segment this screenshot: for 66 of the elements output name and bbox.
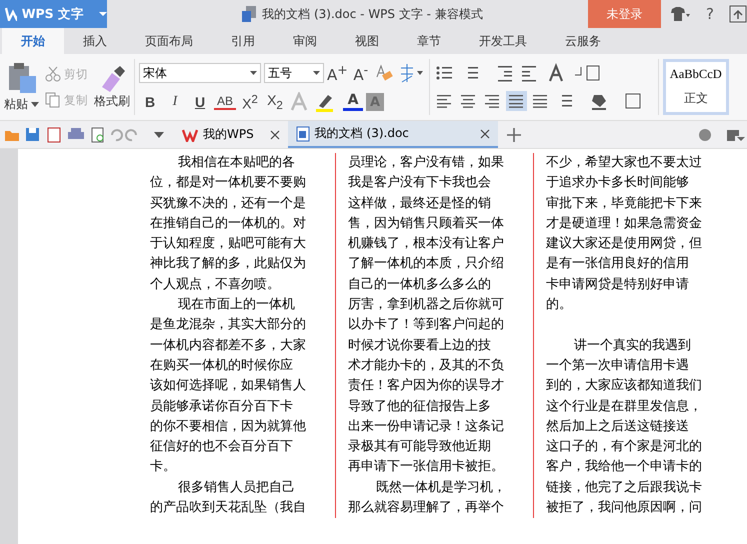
paragraph: 讲一个真实的我遇到 一个第一次申请信用卡遇 到的，大家应该都知道我们 这个行业是在群里发信息， 然后加上之后送这链接送 这口子的，有个家是河北的 客户，我给他一个申请卡的 链接，他完了之后跟我说卡 被拒了，我问他原因啊，问 <box>546 336 703 518</box>
clipboard-icon <box>6 62 36 94</box>
paragraph: 不少，希望大家也不要太过 于追求办卡多长时间能够 审批下来，毕竟能把卡下来 才是硬道理！如果急需资金 建议大家还是使用网贷，但 是有一张信用良好的信用 卡申请网贷是特别好申请 的。 <box>546 154 703 314</box>
caret-icon[interactable] <box>152 130 166 138</box>
paragraph: 我相信在本贴吧的各 位，都是对一体机要不要购 买犹豫不决的，还有一个是 在推销自己的一体机的。对 于认知程度，贴吧可能有大 神比我了解的多，此贴仅为 个人观点，不喜勿喷。 <box>150 154 307 294</box>
wps-logo-icon <box>182 128 198 142</box>
ribbon-tab[interactable]: 开始 <box>2 28 64 54</box>
tab-label: 我的文档 (3).doc <box>314 125 409 142</box>
caret-icon <box>99 12 107 16</box>
style-name: 正文 <box>684 90 708 107</box>
document-icon <box>296 126 310 142</box>
scissors-icon <box>45 66 61 82</box>
logo-icon <box>5 7 17 21</box>
copy-icon <box>45 92 61 108</box>
ribbon-tab[interactable]: 引用 <box>212 28 274 54</box>
text-format-button[interactable]: I <box>164 94 186 110</box>
add-tab-icon[interactable] <box>506 126 522 142</box>
sort-and-break-icons[interactable] <box>546 63 601 83</box>
collapse-icon[interactable] <box>729 5 747 23</box>
format-painter-button[interactable]: 格式刷 <box>94 64 130 110</box>
eraser-icon[interactable] <box>374 63 394 83</box>
font-color-button[interactable]: A <box>343 93 363 111</box>
text-format-button[interactable]: X$_{2}$ <box>264 92 286 112</box>
ribbon-tab[interactable]: 页面布局 <box>126 28 212 54</box>
tab-label: 我的WPS <box>203 126 254 143</box>
ribbon-tab[interactable]: 章节 <box>398 28 460 54</box>
text-format-button[interactable]: U <box>189 94 211 110</box>
ribbon-tab[interactable]: 插入 <box>64 28 126 54</box>
paragraph: 很多销售人员把自己 的产品吹到天花乱坠（我自 <box>150 478 307 518</box>
toolbar-icons[interactable] <box>697 126 747 142</box>
paragraph: 现在市面上的一体机 是鱼龙混杂，其实大部分的 一体机内容都差不多，大家 在购买一体机的时候你应 该如何选择呢，如果销售人 员能够承诺你百分百下卡 的你不要相信，因为就算他 征信好的也不会百分百下 卡。 <box>150 296 307 476</box>
close-icon[interactable] <box>480 128 490 138</box>
paste-button[interactable]: 粘贴 <box>4 62 39 112</box>
paragraph: 既然一体机是学习机， 那么就容易理解了，再举个 <box>348 478 507 518</box>
paragraph: 员理论，客户没有错，如果 我是客户没有下卡我也会 这样做，最终还是怪的销 售，因为销售只顾着买一体 机赚钱了，根本没有让客户 了解一体机的本质，只介绍 自己的一体机多么多么的 厉害，拿到机器之后你就可 以办卡了！等到客户问起的 时候才说你要看上边的技 术才能办卡的，及其的不负 责任！客户因为你的误导才 导致了他的征信报告上多 出来一份申请记录！这条记 录极其有可能导致他近期 再申请下一张信用卡被拒。 <box>348 154 505 476</box>
font-size-button[interactable]: A$^{-}$ <box>350 62 371 84</box>
style-preset[interactable]: AaBbCcD 正文 <box>662 59 729 115</box>
font-size-button[interactable]: A$^{+}$ <box>327 62 348 84</box>
ribbon-tab[interactable]: 云服务 <box>546 28 620 54</box>
ribbon-tab[interactable]: 视图 <box>336 28 398 54</box>
align-icon <box>532 94 548 108</box>
font-size-dropdown[interactable]: 五号 <box>264 63 324 83</box>
ribbon-tab[interactable]: 审阅 <box>274 28 336 54</box>
app-menu-button[interactable]: WPS 文字 <box>0 0 107 28</box>
document-icon <box>242 6 256 22</box>
align-button[interactable] <box>506 91 527 111</box>
window-title: 我的文档 (3).doc - WPS 文字 - 兼容模式 <box>262 6 483 22</box>
ribbon-tab[interactable]: 开发工具 <box>460 28 546 54</box>
text-format-button[interactable]: X$^{2}$ <box>239 92 261 112</box>
align-icon <box>436 94 452 108</box>
document-tab[interactable]: 我的文档 (3).doc <box>288 121 498 148</box>
style-preview: AaBbCcD <box>670 67 722 82</box>
text-format-button[interactable]: AB <box>214 94 236 110</box>
align-icon <box>484 94 500 108</box>
align-icon <box>460 94 476 108</box>
text-format-button[interactable]: B <box>139 94 161 110</box>
caret-icon <box>250 71 257 75</box>
paste-label: 粘贴 <box>4 96 28 112</box>
align-icon <box>508 94 524 108</box>
shirt-icon[interactable] <box>669 6 691 22</box>
caret-icon <box>31 102 39 106</box>
document-tab[interactable]: 我的WPS <box>174 121 262 148</box>
font-family-dropdown[interactable]: 宋体 <box>139 63 261 83</box>
close-icon[interactable] <box>270 130 280 140</box>
caret-icon <box>313 71 320 75</box>
help-button[interactable]: ? <box>699 5 721 23</box>
